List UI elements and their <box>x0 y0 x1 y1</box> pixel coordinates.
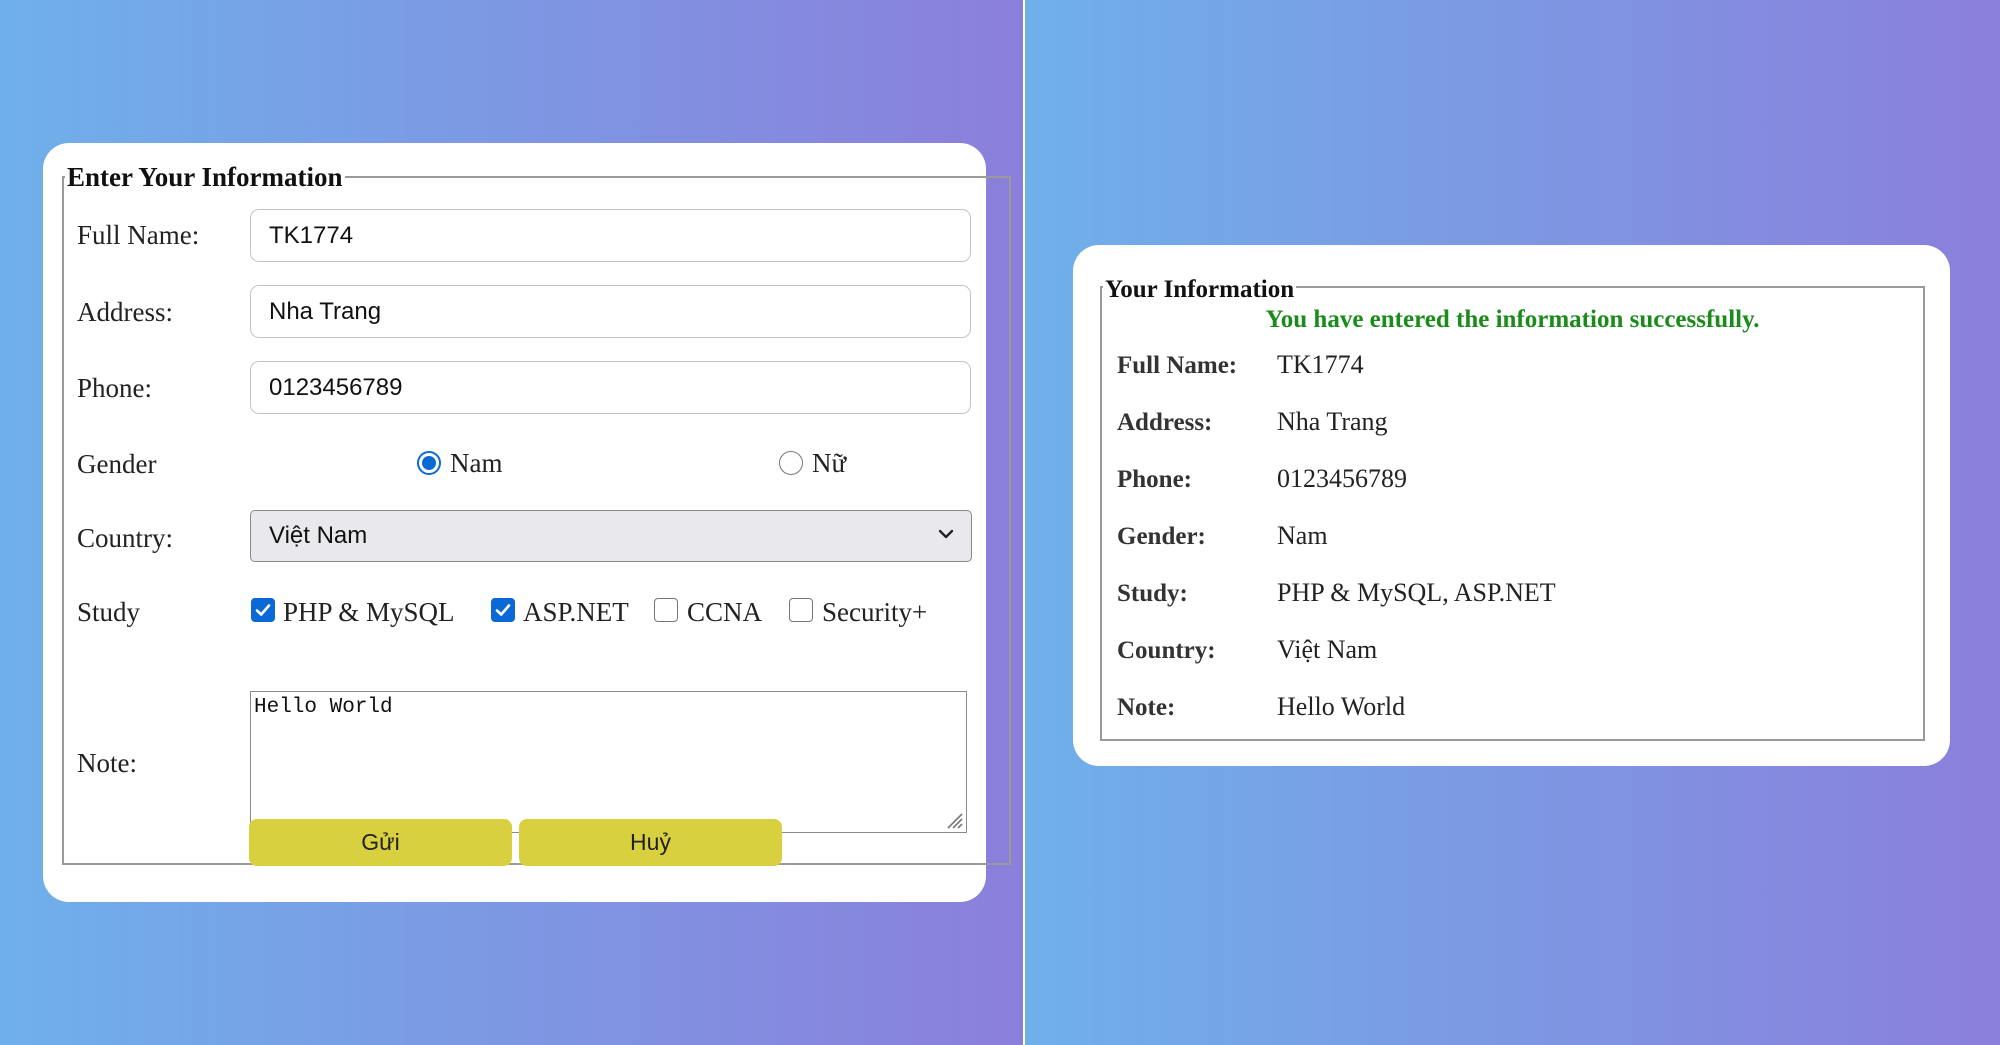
address-label: Address: <box>77 297 173 327</box>
note-textarea[interactable]: Hello World <box>250 691 967 833</box>
input-form-card: Enter Your Information Full Name: TK1774… <box>43 143 1011 902</box>
fullname-label: Full Name: <box>77 220 200 250</box>
result-key-gender: Gender: <box>1117 523 1206 550</box>
check-icon <box>255 604 271 616</box>
result-value-gender: Nam <box>1277 521 1328 550</box>
fullname-input[interactable]: TK1774 <box>250 209 971 262</box>
study-option-security: Security+ <box>822 597 928 627</box>
country-select[interactable]: Việt Nam <box>250 510 972 562</box>
form-legend: Enter Your Information <box>65 162 345 192</box>
phone-label: Phone: <box>77 373 153 403</box>
result-key-study: Study: <box>1117 580 1188 607</box>
gender-label: Gender <box>77 449 157 479</box>
result-key-phone: Phone: <box>1117 466 1192 493</box>
left-panel-background: Enter Your Information Full Name: TK1774… <box>0 0 1023 1045</box>
success-message: You have entered the information success… <box>1265 306 1760 333</box>
result-key-fullname: Full Name: <box>1117 352 1238 379</box>
result-key-address: Address: <box>1117 409 1213 436</box>
address-input-value: Nha Trang <box>269 297 382 325</box>
study-option-php: PHP & MySQL <box>283 597 455 627</box>
check-icon <box>495 604 511 616</box>
result-card: Your Information You have entered the in… <box>1073 245 1950 766</box>
gender-radio-nam[interactable] <box>417 451 441 475</box>
result-value-note: Hello World <box>1277 692 1406 721</box>
study-option-aspnet: ASP.NET <box>523 597 629 627</box>
study-checkbox-ccna[interactable] <box>654 598 678 622</box>
fullname-input-value: TK1774 <box>269 221 354 249</box>
cancel-button[interactable]: Huỷ <box>519 819 782 866</box>
result-value-country: Việt Nam <box>1277 635 1378 664</box>
result-value-study: PHP & MySQL, ASP.NET <box>1277 578 1556 607</box>
result-value-fullname: TK1774 <box>1277 350 1364 379</box>
study-label: Study <box>77 597 141 627</box>
result-key-country: Country: <box>1117 637 1216 664</box>
phone-input[interactable]: 0123456789 <box>250 361 971 414</box>
phone-input-value: 0123456789 <box>269 373 403 401</box>
right-panel-background: Your Information You have entered the in… <box>1025 0 2000 1045</box>
study-checkbox-security[interactable] <box>789 598 813 622</box>
study-option-ccna: CCNA <box>687 597 763 627</box>
address-input[interactable]: Nha Trang <box>250 285 971 338</box>
result-value-phone: 0123456789 <box>1277 464 1407 493</box>
study-checkbox-php[interactable] <box>251 598 275 622</box>
result-key-note: Note: <box>1117 694 1176 721</box>
note-label: Note: <box>77 748 137 778</box>
gender-radio-nu[interactable] <box>779 451 803 475</box>
chevron-down-icon <box>938 529 954 539</box>
country-select-value: Việt Nam <box>269 522 368 549</box>
result-fieldset: Your Information You have entered the in… <box>1100 277 1925 741</box>
note-textarea-value: Hello World <box>254 696 393 719</box>
result-legend: Your Information <box>1103 276 1297 303</box>
input-form-fieldset: Enter Your Information Full Name: TK1774… <box>62 164 1011 866</box>
submit-button[interactable]: Gửi <box>249 819 512 866</box>
result-value-address: Nha Trang <box>1277 407 1388 436</box>
gender-option-nu: Nữ <box>812 448 847 478</box>
study-checkbox-aspnet[interactable] <box>491 598 515 622</box>
resize-grip-icon[interactable] <box>940 806 964 830</box>
gender-option-nam: Nam <box>450 448 503 478</box>
country-label: Country: <box>77 523 174 553</box>
